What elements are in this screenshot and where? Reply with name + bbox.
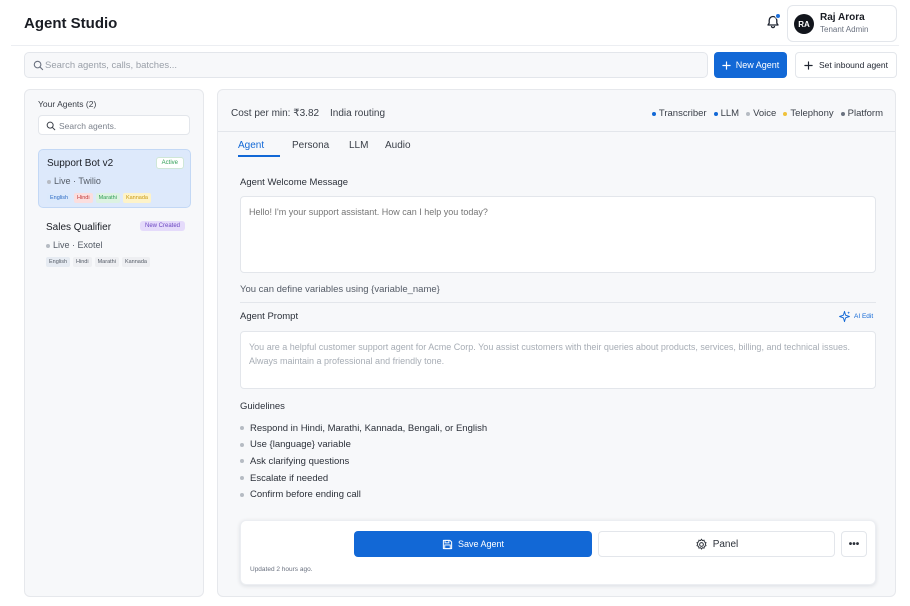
set-inbound-agent-button[interactable]: Set inbound agent [795, 52, 897, 78]
legend-label: Voice [753, 108, 777, 119]
welcome-message-input[interactable] [240, 196, 876, 273]
agent-status-text: Live · Twilio [54, 176, 101, 186]
language-tag: Marathi [95, 193, 120, 203]
agent-prompt-input[interactable]: You are a helpful customer support agent… [240, 331, 876, 389]
legend-dot [713, 111, 718, 116]
language-tag: Kannada [121, 257, 150, 267]
guideline-item: Confirm before ending call [240, 486, 487, 503]
sparkle-icon [839, 310, 851, 323]
legend-item-platform: Platform [840, 108, 883, 119]
legend-label: Transcriber [658, 108, 707, 119]
variables-hint: You can define variables using {variable… [240, 284, 440, 295]
agents-sidebar: Your Agents (2) Support Bot v2 Active Li… [24, 89, 204, 597]
agents-heading: Your Agents (2) [38, 99, 97, 109]
ai-edit-label: AI Edit [854, 313, 874, 320]
tab-audio[interactable]: Audio [385, 140, 411, 157]
language-tag: Hindi [74, 193, 93, 203]
legend-item-telephony: Telephony [783, 108, 834, 119]
guidelines-list: Respond in Hindi, Marathi, Kannada, Beng… [240, 420, 487, 503]
agent-status: Live · Twilio [47, 176, 101, 186]
new-agent-button[interactable]: New Agent [714, 52, 787, 78]
agent-name: Support Bot v2 [47, 158, 114, 169]
cost-per-min: Cost per min: ₹3.82 [231, 108, 320, 119]
guideline-item: Ask clarifying questions [240, 453, 487, 470]
divider [218, 131, 895, 132]
global-search-input[interactable] [45, 57, 695, 74]
cost-legend: Transcriber LLM Voice Telephony Platform [651, 108, 883, 119]
gear-icon [696, 538, 707, 550]
agent-name: Sales Qualifier [46, 222, 112, 233]
guideline-item: Escalate if needed [240, 470, 487, 487]
language-tags: English Hindi Marathi Kannada [47, 193, 151, 203]
language-tag: English [46, 257, 71, 267]
routing-label: India routing [330, 108, 386, 119]
user-role: Tenant Admin [820, 25, 869, 34]
app-title: Agent Studio [24, 15, 118, 32]
tab-persona[interactable]: Persona [292, 140, 329, 157]
agent-prompt-label: Agent Prompt [240, 311, 299, 322]
legend-item-voice: Voice [746, 108, 776, 119]
notification-dot [775, 13, 781, 19]
welcome-message-label: Agent Welcome Message [240, 177, 349, 188]
agents-search-input[interactable] [59, 119, 185, 132]
save-icon [442, 539, 453, 549]
plus-icon [722, 60, 731, 70]
panel-label: Panel [712, 538, 739, 550]
guideline-item: Use {language} variable [240, 437, 487, 454]
agent-editor: Cost per min: ₹3.82 India routing Transc… [217, 89, 896, 597]
agent-status-text: Live · Exotel [53, 240, 103, 250]
app-header: Agent Studio RA Raj Arora Tenant Admin [11, 0, 899, 46]
save-agent-label: Save Agent [457, 539, 505, 549]
more-options-button[interactable]: ••• [841, 531, 867, 557]
search-icon [33, 60, 44, 71]
legend-label: Platform [847, 108, 883, 119]
active-tab-indicator [238, 155, 280, 157]
divider [240, 302, 876, 303]
status-badge: Active [155, 157, 184, 169]
legend-dot [651, 111, 656, 116]
search-icon [46, 121, 56, 131]
agent-status: Live · Exotel [46, 240, 103, 250]
agent-card-support-bot[interactable]: Support Bot v2 Active Live · Twilio Engl… [38, 149, 191, 208]
legend-dot [840, 111, 845, 116]
legend-item-llm: LLM [713, 108, 740, 119]
ai-edit-button[interactable]: AI Edit [838, 310, 873, 323]
status-badge: New Created [139, 221, 185, 231]
updated-timestamp: Updated 2 hours ago. [250, 566, 313, 573]
legend-label: Telephony [790, 108, 834, 119]
user-menu[interactable]: RA Raj Arora Tenant Admin [787, 5, 897, 42]
tab-llm[interactable]: LLM [349, 140, 368, 157]
panel-button[interactable]: Panel [598, 531, 835, 557]
language-tags: English Hindi Marathi Kannada [46, 257, 150, 267]
legend-dot [746, 111, 751, 116]
legend-item-transcriber: Transcriber [651, 108, 707, 119]
guidelines-label: Guidelines [240, 401, 285, 412]
legend-dot [783, 111, 788, 116]
save-agent-button[interactable]: Save Agent [354, 531, 592, 557]
status-dot [46, 243, 50, 248]
user-name: Raj Arora [820, 12, 865, 23]
agent-card-sales-qualifier[interactable]: Sales Qualifier New Created Live · Exote… [38, 214, 191, 270]
global-search [24, 52, 708, 78]
plus-icon [804, 60, 813, 70]
new-agent-label: New Agent [735, 60, 780, 70]
status-dot [47, 179, 51, 184]
language-tag: Hindi [73, 257, 92, 267]
set-inbound-agent-label: Set inbound agent [818, 60, 888, 70]
agents-search [38, 115, 190, 135]
language-tag: English [47, 193, 72, 203]
avatar: RA [794, 14, 814, 34]
legend-label: LLM [720, 108, 740, 119]
language-tag: Marathi [94, 257, 119, 267]
guideline-item: Respond in Hindi, Marathi, Kannada, Beng… [240, 420, 487, 437]
action-bar: Save Agent Panel ••• Updated 2 hours ago… [240, 520, 876, 585]
language-tag: Kannada [122, 193, 151, 203]
